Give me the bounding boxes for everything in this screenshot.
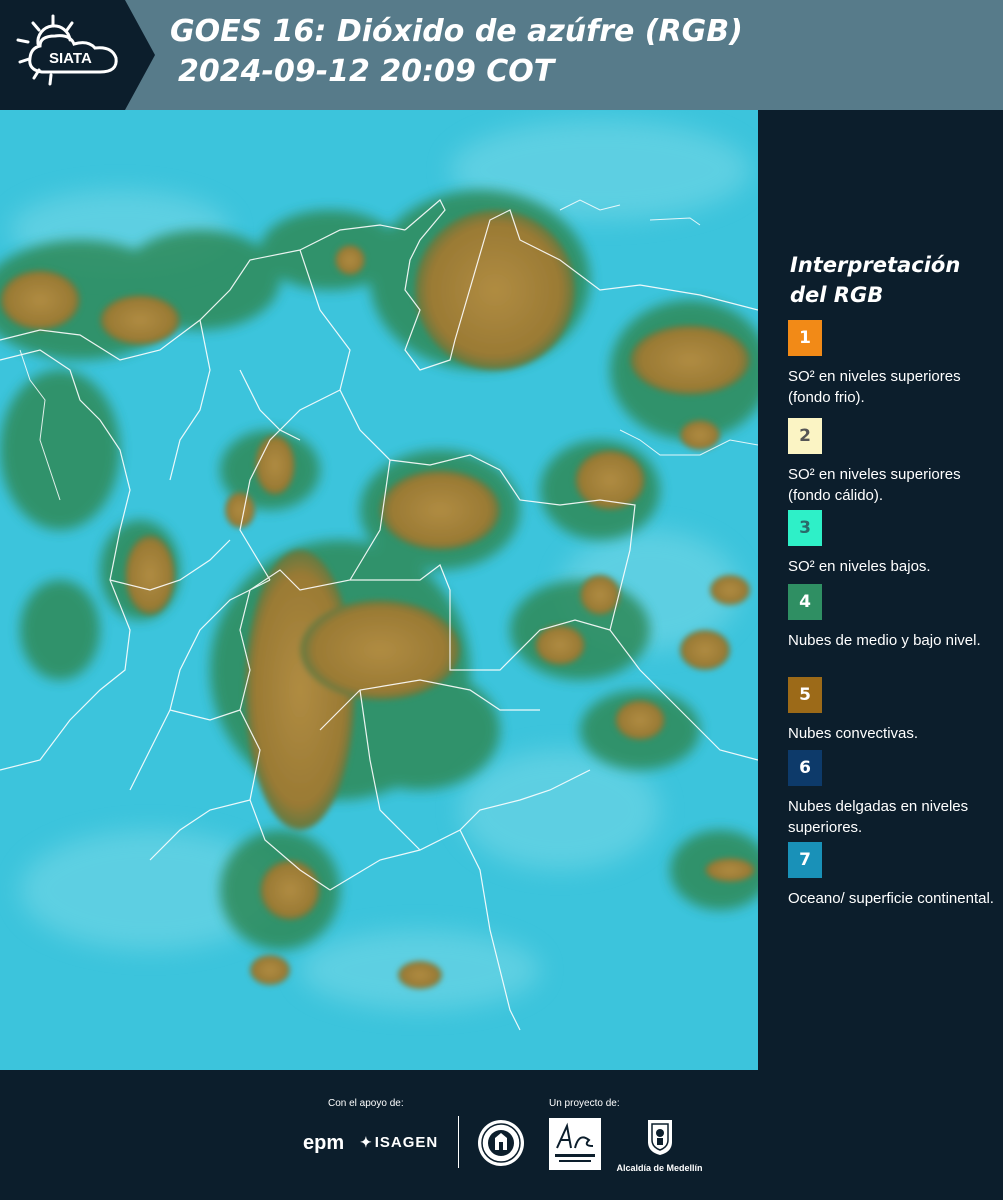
siata-logo-text: SIATA [49,50,92,67]
isagen-logo: ✦ ISAGEN [360,1134,438,1151]
footer: Con el apoyo de: Un proyecto de: epm ✦ IS… [0,1070,1003,1200]
legend-swatch-5: 5 [788,677,822,713]
legend-swatch-6: 6 [788,750,822,786]
legend-item-4: 4 Nubes de medio y bajo nivel. [788,584,998,651]
timestamp: 2024-09-12 20:09 COT [178,54,555,89]
header-bar: SIATA GOES 16: Dióxido de azúfre (RGB) 2… [0,0,1003,110]
legend-panel: Interpretación del RGB 1 SO² en niveles … [760,110,1003,1070]
legend-label-3: SO² en niveles bajos. [788,558,931,575]
isagen-mark-icon: ✦ [360,1134,373,1150]
legend-item-3: 3 SO² en niveles bajos. [788,510,998,577]
alcaldia-logo: Alcaldía de Medellín [612,1118,707,1173]
legend-item-1: 1 SO² en niveles superiores (fondo frio)… [788,320,998,408]
support-caption: Con el apoyo de: [328,1098,404,1109]
legend-swatch-3: 3 [788,510,822,546]
project-caption: Un proyecto de: [549,1098,620,1109]
legend-label-4: Nubes de medio y bajo nivel. [788,632,981,649]
footer-divider [458,1116,459,1168]
epm-logo: epm [303,1132,345,1154]
legend-label-7: Oceano/ superficie continental. [788,890,994,907]
siata-logo: SIATA [0,0,160,110]
alcaldia-caption: Alcaldía de Medellín [616,1163,703,1173]
page-title: GOES 16: Dióxido de azúfre (RGB) [170,14,743,49]
medellin-seal-icon [476,1118,526,1173]
legend-item-7: 7 Oceano/ superficie continental. [788,842,998,909]
legend-item-5: 5 Nubes convectivas. [788,677,998,744]
isagen-label: ISAGEN [374,1134,439,1151]
area-metropolitana-logo [549,1118,601,1175]
legend-item-2: 2 SO² en niveles superiores (fondo cálid… [788,418,998,506]
legend-swatch-1: 1 [788,320,822,356]
legend-swatch-4: 4 [788,584,822,620]
legend-swatch-7: 7 [788,842,822,878]
legend-label-6: Nubes delgadas en niveles superiores. [788,798,969,836]
satellite-map [0,110,758,1070]
alcaldia-shield-icon [647,1120,672,1155]
legend-item-6: 6 Nubes delgadas en niveles superiores. [788,750,998,838]
legend-label-1: SO² en niveles superiores (fondo frio). [788,368,961,406]
legend-title: Interpretación del RGB [790,253,961,307]
legend-label-2: SO² en niveles superiores (fondo cálido)… [788,466,961,504]
legend-swatch-2: 2 [788,418,822,454]
legend-label-5: Nubes convectivas. [788,725,919,742]
